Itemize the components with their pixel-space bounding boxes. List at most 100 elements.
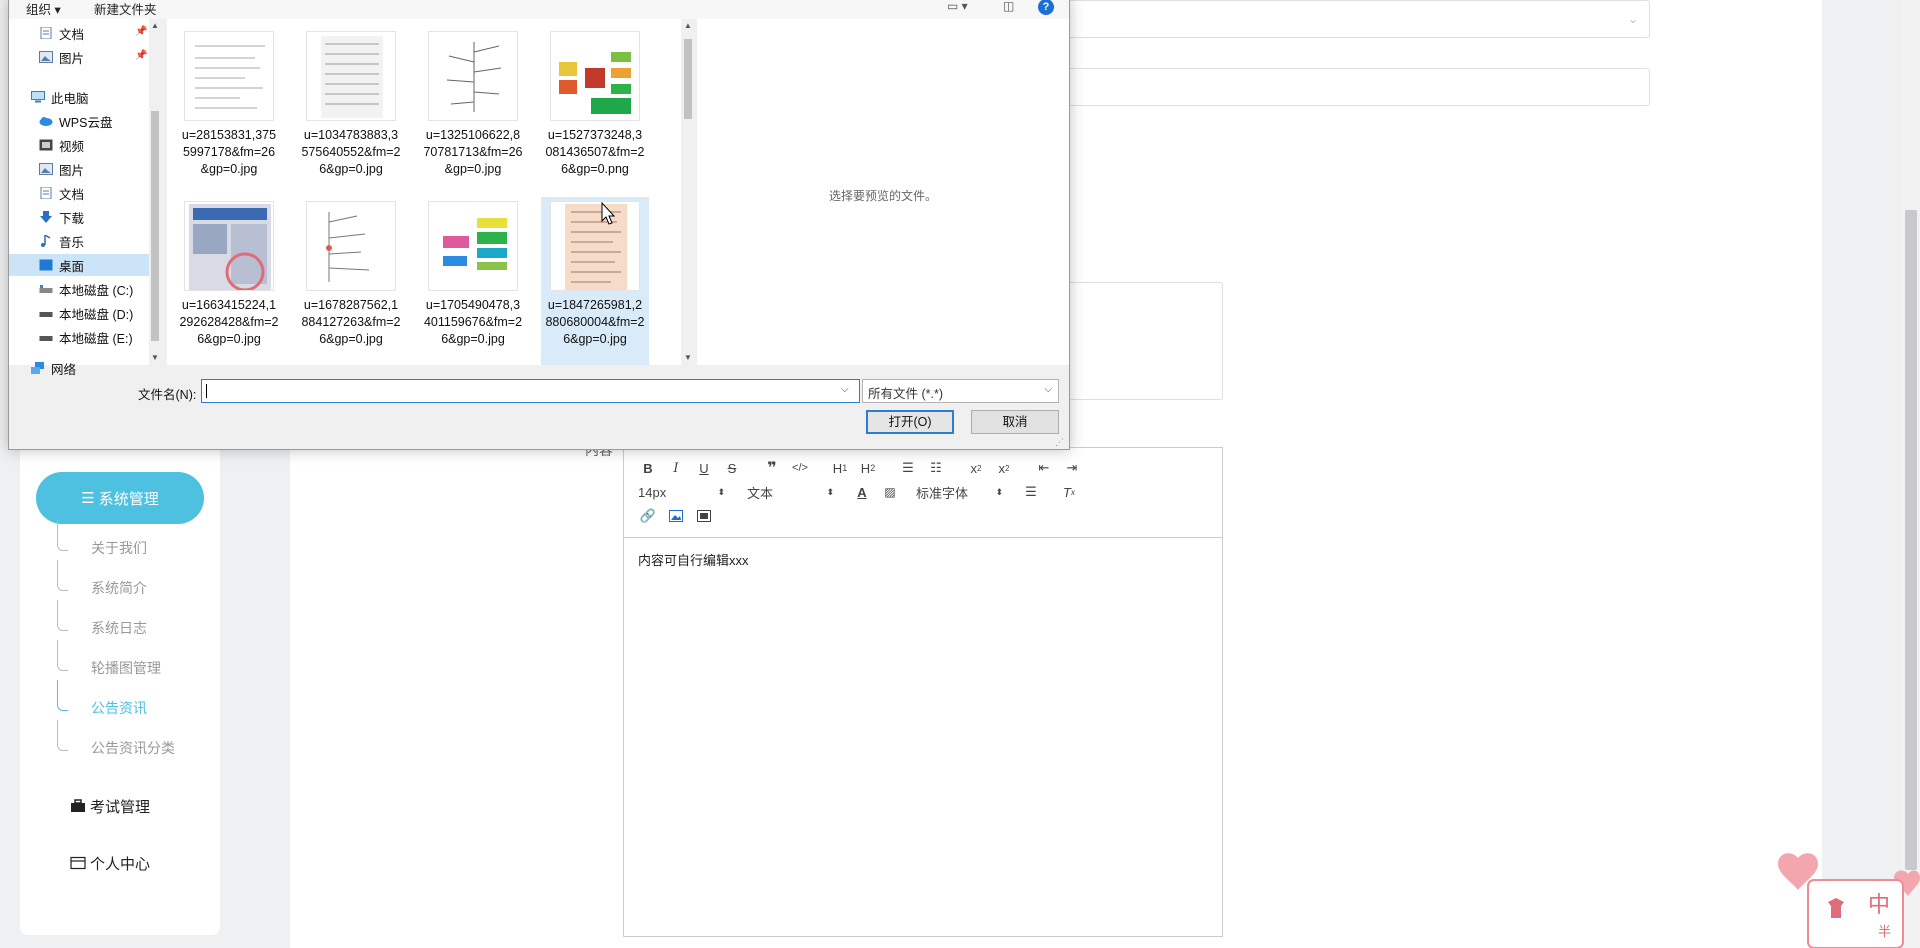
pin-icon[interactable]: 📌 (135, 50, 147, 61)
organize-button[interactable]: 组织 ▾ (26, 0, 61, 18)
file-item[interactable]: u=1034783883,3575640552&fm=26&gp=0.jpg (297, 27, 405, 195)
italic-icon[interactable]: I (662, 457, 690, 479)
help-icon[interactable]: ? (1038, 0, 1054, 15)
chevron-down-icon[interactable]: ⌵ (841, 384, 849, 395)
editor-content[interactable]: 内容可自行编辑xxx (624, 538, 1222, 581)
header-select[interactable]: 文本 ⬍ (743, 481, 838, 503)
submenu-item-news-category[interactable]: 公告资讯分类 (55, 720, 215, 768)
bullet-list-icon[interactable]: ☷ (922, 457, 950, 479)
heading2-icon[interactable]: H2 (854, 457, 882, 479)
file-item[interactable]: u=1705490478,3401159676&fm=26&gp=0.jpg (419, 197, 527, 365)
preview-pane-icon[interactable]: ◫ (1003, 0, 1014, 13)
video-icon[interactable] (690, 505, 718, 527)
pictures-icon (39, 163, 53, 175)
font-size-select[interactable]: 14px ⬍ (634, 481, 729, 503)
image-icon[interactable] (662, 505, 690, 527)
file-thumbnail (184, 31, 274, 121)
file-item-selected[interactable]: u=1847265981,2880680004&fm=26&gp=0.jpg (541, 197, 649, 365)
view-options-icon[interactable]: ▭ ▾ (947, 0, 968, 13)
nav-item-this-pc[interactable]: 此电脑 (31, 86, 89, 108)
nav-item-pictures[interactable]: 图片 (39, 46, 84, 68)
resize-grip-icon[interactable]: ⋰ (1055, 437, 1064, 448)
underline-icon[interactable]: U (690, 457, 718, 479)
ordered-list-icon[interactable]: ☰ (894, 457, 922, 479)
decorative-sticker: 中 半 (1770, 850, 1920, 948)
file-item[interactable]: u=1663415224,1292628428&fm=26&gp=0.jpg (175, 197, 283, 365)
nav-item-wps-cloud[interactable]: WPS云盘 (39, 110, 112, 132)
file-item[interactable]: u=1678287562,1884127263&fm=26&gp=0.jpg (297, 197, 405, 365)
file-type-select[interactable]: 所有文件 (*.*) ⌵ (862, 379, 1059, 403)
file-item[interactable]: u=28153831,3755997178&fm=26&gp=0.jpg (175, 27, 283, 195)
indent-icon[interactable]: ⇥ (1058, 457, 1086, 479)
calendar-icon (70, 856, 86, 870)
blockquote-icon[interactable]: ❞ (758, 457, 786, 479)
updown-icon: ⬍ (995, 486, 1003, 497)
nav-item-videos[interactable]: 视频 (39, 134, 84, 156)
nav-item-pictures-2[interactable]: 图片 (39, 158, 84, 180)
nav-item-music[interactable]: 音乐 (39, 230, 84, 252)
scroll-down-icon[interactable]: ▼ (151, 353, 159, 362)
updown-icon: ⬍ (826, 486, 834, 497)
nav-item-documents-2[interactable]: 文档 (39, 182, 84, 204)
file-thumbnail (550, 31, 640, 121)
nav-item-drive-d[interactable]: 本地磁盘 (D:) (39, 302, 133, 324)
chevron-down-icon: ⌄ (1628, 12, 1639, 26)
navigation-pane: 文档 📌 图片 📌 此电脑 WPS云盘 视频 图片 文档 下载 音乐 桌面 本地… (9, 19, 161, 377)
superscript-icon[interactable]: x2 (990, 457, 1018, 479)
background-color-icon[interactable]: ▨ (876, 481, 904, 503)
text-field[interactable] (1066, 68, 1650, 106)
file-item[interactable]: u=1527373248,3081436507&fm=26&gp=0.png (541, 27, 649, 195)
clear-format-icon[interactable]: Tx (1055, 481, 1083, 503)
link-icon[interactable]: 🔗 (634, 505, 662, 527)
nav-item-downloads[interactable]: 下载 (39, 206, 84, 228)
new-folder-button[interactable]: 新建文件夹 (94, 0, 157, 18)
network-icon (31, 362, 44, 374)
scroll-up-icon[interactable]: ▲ (684, 21, 692, 30)
drive-icon (39, 285, 53, 293)
font-color-icon[interactable]: A (848, 481, 876, 503)
submenu-item-carousel[interactable]: 轮播图管理 (55, 640, 215, 688)
videos-icon (39, 139, 53, 151)
text-caret (206, 384, 207, 398)
svg-text:中: 中 (1868, 892, 1890, 917)
nav-item-drive-e[interactable]: 本地磁盘 (E:) (39, 326, 133, 348)
heading1-icon[interactable]: H1 (826, 457, 854, 479)
music-icon (41, 235, 51, 247)
code-block-icon[interactable]: </> (786, 457, 814, 479)
scroll-up-icon[interactable]: ▲ (151, 21, 159, 30)
file-list-scrollbar[interactable]: ▲ ▼ (681, 19, 695, 365)
file-item[interactable]: u=1325106622,870781713&fm=26&gp=0.jpg (419, 27, 527, 195)
nav-item-documents[interactable]: 文档 (39, 22, 84, 44)
pin-icon[interactable]: 📌 (135, 26, 147, 37)
nav-scrollbar-thumb[interactable] (151, 111, 159, 341)
align-icon[interactable]: ☰ (1017, 481, 1045, 503)
outdent-icon[interactable]: ⇤ (1030, 457, 1058, 479)
updown-icon: ⬍ (717, 486, 725, 497)
nav-item-drive-c[interactable]: 本地磁盘 (C:) (39, 278, 133, 300)
cancel-button[interactable]: 取消 (971, 410, 1059, 434)
scroll-down-icon[interactable]: ▼ (684, 353, 692, 362)
sidebar-item-exam[interactable]: 考试管理 (70, 793, 150, 819)
submenu-item-news[interactable]: 公告资讯 (55, 680, 215, 728)
nav-item-network[interactable]: 网络 (31, 357, 76, 379)
filename-input[interactable] (201, 379, 860, 403)
sidebar-item-profile[interactable]: 个人中心 (70, 850, 150, 876)
mouse-cursor-icon (601, 202, 616, 225)
page-scrollbar-thumb[interactable] (1905, 210, 1917, 870)
subscript-icon[interactable]: x2 (962, 457, 990, 479)
nav-item-desktop[interactable]: 桌面 (9, 254, 149, 276)
file-list-scrollbar-thumb[interactable] (684, 39, 692, 119)
submenu-item-intro[interactable]: 系统简介 (55, 560, 215, 608)
submenu-item-about[interactable]: 关于我们 (55, 520, 215, 568)
select-field[interactable] (1066, 0, 1650, 38)
font-family-select[interactable]: 标准字体 ⬍ (912, 481, 1007, 503)
strikethrough-icon[interactable]: S (718, 457, 746, 479)
open-button[interactable]: 打开(O) (866, 410, 954, 434)
submenu-item-log[interactable]: 系统日志 (55, 600, 215, 648)
nav-scrollbar[interactable]: ▲ ▼ (149, 19, 161, 365)
bold-icon[interactable]: B (634, 457, 662, 479)
sidebar-item-system[interactable]: ☰ 系统管理 (36, 472, 204, 524)
file-thumbnail (428, 31, 518, 121)
file-open-dialog: 组织 ▾ 新建文件夹 ▭ ▾ ◫ ? 文档 📌 图片 📌 此电脑 WPS云盘 视… (8, 0, 1070, 450)
file-thumbnail (306, 31, 396, 121)
